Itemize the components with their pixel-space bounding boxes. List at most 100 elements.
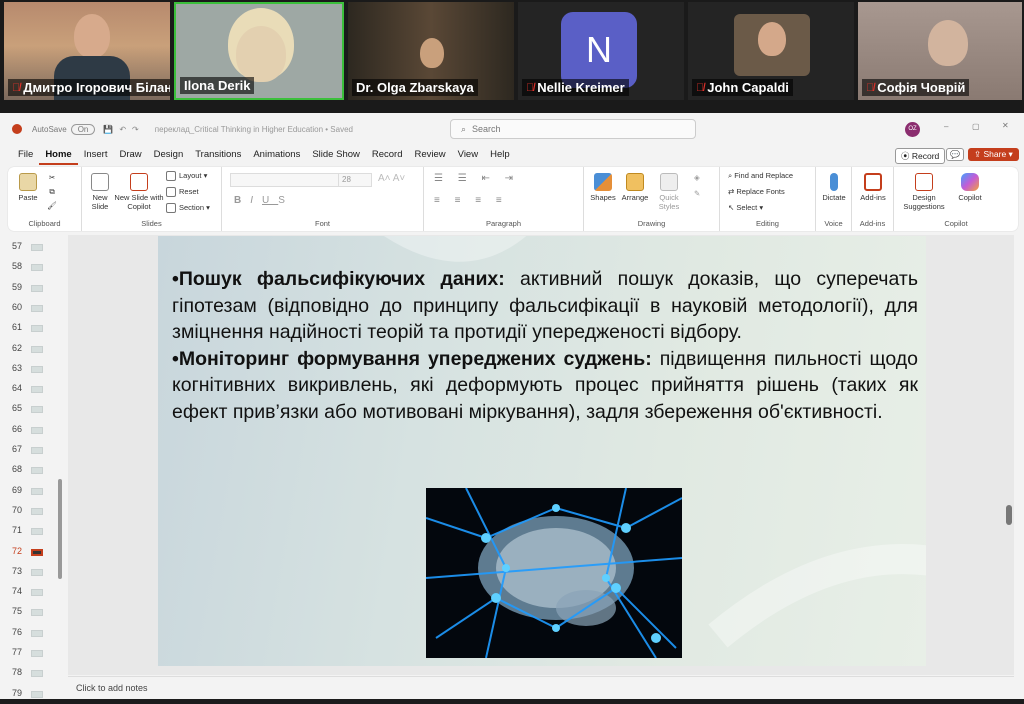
slide-number: 76 — [11, 626, 22, 637]
tab-view[interactable]: View — [452, 145, 484, 165]
slide-thumbnail-preview — [31, 304, 43, 312]
save-icon[interactable]: 💾 — [103, 125, 113, 134]
participant-tile-6[interactable]: 🎙̸ Софія Човрій — [858, 2, 1022, 100]
record-button[interactable]: ⦿ Record — [895, 148, 946, 164]
tab-review[interactable]: Review — [409, 145, 452, 165]
design-suggestions-button[interactable]: Design Suggestions — [900, 173, 948, 211]
tab-insert[interactable]: Insert — [78, 145, 114, 165]
share-button[interactable]: ⇪ Share ▾ — [968, 148, 1019, 161]
copy-icon[interactable]: ⧉ — [46, 187, 58, 196]
slide-thumbnail[interactable]: 74 — [0, 582, 68, 602]
slide-thumbnail-preview — [31, 264, 43, 272]
align-buttons[interactable]: ≡ ≡ ≡ ≡ — [434, 195, 508, 206]
tab-design[interactable]: Design — [148, 145, 190, 165]
current-slide[interactable]: •Пошук фальсифікуючих даних: активний по… — [158, 236, 926, 666]
cut-icon[interactable]: ✂ — [46, 173, 58, 182]
font-format-buttons[interactable]: BIUS — [234, 195, 294, 206]
tab-transitions[interactable]: Transitions — [189, 145, 247, 165]
slide-thumbnail[interactable]: 57 — [0, 237, 68, 257]
slide-thumbnail[interactable]: 68 — [0, 460, 68, 480]
tab-draw[interactable]: Draw — [113, 145, 147, 165]
shapes-button[interactable]: Shapes — [588, 173, 618, 202]
dictate-button[interactable]: Dictate — [818, 173, 850, 202]
participant-tile-4[interactable]: N 🎙̸ Nellie Kreimer — [518, 2, 684, 100]
slide-thumbnail[interactable]: 63 — [0, 359, 68, 379]
addins-button[interactable]: Add-ins — [856, 173, 890, 202]
font-size-select[interactable]: 28 — [338, 173, 372, 187]
thumbnails-scrollbar[interactable] — [58, 479, 62, 579]
redo-icon[interactable]: ↷ — [132, 125, 139, 134]
tab-slide-show[interactable]: Slide Show — [306, 145, 366, 165]
slide-thumbnail-preview — [31, 629, 43, 637]
notes-pane[interactable]: Click to add notes — [68, 676, 1014, 699]
maximize-icon[interactable]: ▢ — [972, 122, 980, 131]
brain-neurons-image[interactable] — [426, 488, 682, 658]
editing-group: ⌕ Find and Replace ⇄ Replace Fonts ↖ Sel… — [720, 167, 816, 231]
reset-button[interactable]: Reset — [166, 187, 199, 198]
select-button[interactable]: ↖ Select ▾ — [728, 203, 763, 212]
slide-thumbnail[interactable]: 75 — [0, 602, 68, 622]
slide-thumbnail-preview — [31, 650, 43, 657]
copilot-icon — [961, 173, 979, 191]
arrange-button[interactable]: Arrange — [620, 173, 650, 202]
close-icon[interactable]: ✕ — [1002, 121, 1009, 130]
format-painter-icon[interactable]: 🖌 — [46, 201, 58, 210]
paste-icon — [19, 173, 37, 191]
slide-thumbnail[interactable]: 78 — [0, 663, 68, 683]
slide-thumbnail[interactable]: 64 — [0, 379, 68, 399]
user-avatar[interactable]: OZ — [905, 122, 920, 137]
shape-fill-icon[interactable]: ◈ — [694, 173, 700, 182]
new-slide-icon — [91, 173, 109, 191]
clipboard-group: Paste ✂ ⧉ 🖌 Clipboard — [8, 167, 82, 231]
powerpoint-logo-icon — [12, 124, 22, 134]
copilot-slide-icon — [130, 173, 148, 191]
paste-button[interactable]: Paste — [14, 173, 42, 202]
slide-thumbnail[interactable]: 60 — [0, 298, 68, 318]
slide-thumbnail[interactable]: 62 — [0, 339, 68, 359]
autosave-toggle[interactable]: On — [70, 123, 96, 135]
quick-styles-button[interactable]: Quick Styles — [654, 173, 684, 211]
participant-tile-3[interactable]: Dr. Olga Zbarskaya — [348, 2, 514, 100]
shape-outline-icon[interactable]: ✎ — [694, 189, 700, 198]
search-input[interactable]: ⌕ Search — [450, 119, 696, 139]
slide-thumbnail[interactable]: 58 — [0, 257, 68, 277]
new-slide-copilot-button[interactable]: New Slide with Copilot — [114, 173, 164, 211]
slide-scrollbar[interactable] — [1006, 505, 1012, 525]
slide-body-text[interactable]: •Пошук фальсифікуючих даних: активний по… — [172, 266, 918, 425]
slide-thumbnail[interactable]: 67 — [0, 440, 68, 460]
slide-thumbnail[interactable]: 77 — [0, 643, 68, 663]
slide-thumbnail[interactable]: 61 — [0, 318, 68, 338]
comments-icon[interactable]: 💬 — [946, 148, 964, 161]
slide-thumbnail-preview — [31, 345, 43, 353]
new-slide-button[interactable]: New Slide — [86, 173, 114, 211]
title-bar: AutoSave On 💾 ↶ ↷ переклад_Critical Thin… — [0, 113, 1024, 145]
layout-button[interactable]: Layout ▾ — [166, 171, 207, 182]
participant-tile-5[interactable]: 🎙̸ John Capaldi — [688, 2, 854, 100]
copilot-button[interactable]: Copilot — [952, 173, 988, 202]
arrange-icon — [626, 173, 644, 191]
tab-record[interactable]: Record — [366, 145, 409, 165]
replace-fonts-button[interactable]: ⇄ Replace Fonts — [728, 187, 785, 196]
list-buttons[interactable]: ☰ ☰ ⇤ ⇥ — [434, 173, 519, 184]
section-button[interactable]: Section ▾ — [166, 203, 210, 214]
tab-home[interactable]: Home — [39, 145, 78, 165]
participant-tile-2[interactable]: Ilona Derik — [174, 2, 344, 100]
participant-tile-1[interactable]: 🎙̸ Дмитро Ігорович Білан — [4, 2, 170, 100]
undo-icon[interactable]: ↶ — [119, 125, 126, 134]
tab-file[interactable]: File — [12, 145, 39, 165]
participant-name: 🎙̸ Дмитро Ігорович Білан — [8, 79, 170, 96]
slide-thumbnail[interactable]: 59 — [0, 278, 68, 298]
font-size-buttons[interactable]: A˄ A˅ — [378, 173, 405, 184]
slide-thumbnail[interactable]: 79 — [0, 684, 68, 704]
slide-thumbnail[interactable]: 66 — [0, 420, 68, 440]
slide-thumbnail[interactable]: 76 — [0, 623, 68, 643]
find-replace-button[interactable]: ⌕ Find and Replace — [728, 171, 793, 180]
minimize-icon[interactable]: – — [944, 122, 948, 131]
tab-help[interactable]: Help — [484, 145, 516, 165]
slide-thumbnail[interactable]: 65 — [0, 399, 68, 419]
slide-number: 79 — [11, 687, 22, 698]
tab-animations[interactable]: Animations — [247, 145, 306, 165]
slide-number: 58 — [11, 261, 22, 272]
participant-video — [74, 14, 110, 58]
powerpoint-window: AutoSave On 💾 ↶ ↷ переклад_Critical Thin… — [0, 113, 1024, 699]
